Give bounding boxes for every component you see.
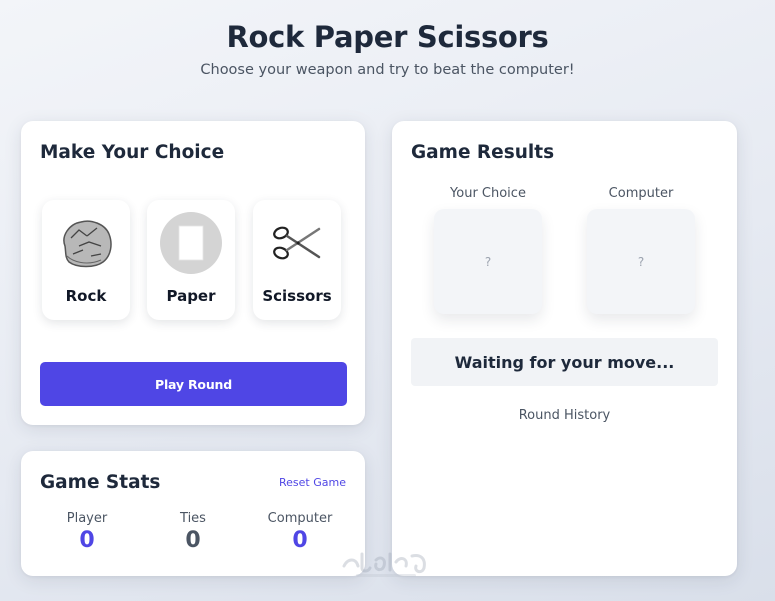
play-round-button[interactable]: Play Round — [40, 362, 347, 406]
scissors-option[interactable]: Scissors — [253, 200, 341, 320]
round-history-label: Round History — [518, 408, 611, 423]
rock-label: Rock — [65, 287, 107, 305]
scissors-icon — [266, 212, 328, 274]
reset-game-link[interactable]: Reset Game — [279, 476, 346, 489]
choice-card-title: Make Your Choice — [40, 142, 225, 163]
your-choice-label: Your Choice — [450, 186, 526, 201]
scissors-label: Scissors — [262, 287, 332, 305]
watermark-logo — [336, 544, 440, 584]
rock-option[interactable]: Rock — [42, 200, 130, 320]
page-title: Rock Paper Scissors — [226, 20, 549, 54]
results-card: Game Results Your Choice Computer ? ? Wa… — [392, 121, 737, 576]
paper-option[interactable]: Paper — [147, 200, 235, 320]
rock-icon — [55, 212, 117, 274]
your-choice-display: ? — [434, 209, 542, 314]
computer-choice-label: Computer — [608, 186, 674, 201]
game-status-message: Waiting for your move... — [411, 338, 718, 386]
player-stat: Player 0 — [32, 511, 142, 553]
ties-score: 0 — [185, 528, 201, 553]
paper-icon — [160, 212, 222, 274]
ties-stat-label: Ties — [180, 511, 206, 526]
computer-stat-label: Computer — [267, 511, 333, 526]
computer-choice-display: ? — [587, 209, 695, 314]
choice-card: Make Your Choice Rock Paper Scissors Pla… — [21, 121, 365, 425]
page-subtitle: Choose your weapon and try to beat the c… — [200, 62, 575, 78]
player-score: 0 — [79, 528, 95, 553]
stats-card: Game Stats Reset Game Player 0 Ties 0 Co… — [21, 451, 365, 576]
player-stat-label: Player — [66, 511, 108, 526]
results-card-title: Game Results — [411, 142, 555, 163]
paper-label: Paper — [166, 287, 216, 305]
ties-stat: Ties 0 — [138, 511, 248, 553]
stats-card-title: Game Stats — [40, 472, 161, 493]
